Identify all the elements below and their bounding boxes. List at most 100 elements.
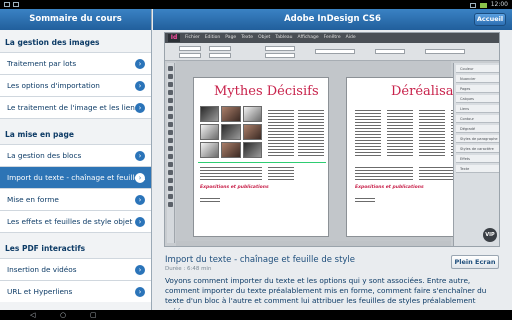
- system-nav-bar: ◁ ○ ▢: [0, 310, 512, 320]
- section-title-pdf-interactifs: Les PDF interactifs: [0, 236, 151, 258]
- lesson-duration: Durée : 6:48 min: [165, 266, 212, 272]
- photo-grid: [200, 106, 262, 158]
- chevron-right-icon: ›: [135, 59, 145, 69]
- lesson-item-gestion-blocs[interactable]: La gestion des blocs ›: [0, 144, 151, 166]
- layout-caption: Expositions et publications: [200, 185, 269, 190]
- home-icon[interactable]: ○: [60, 311, 66, 319]
- panel-row: Dégradé: [456, 125, 499, 133]
- indesign-control-panel: [165, 43, 499, 61]
- tool-icon: [168, 98, 173, 103]
- tool-icon: [168, 90, 173, 95]
- lesson-item-label: Le traitement de l'image et les liens: [7, 103, 139, 112]
- notification-icon: [4, 2, 10, 7]
- photo-thumbnail: [221, 124, 241, 140]
- photo-thumbnail: [242, 124, 262, 140]
- video-menu-item: Tableau: [275, 35, 293, 40]
- battery-icon: [479, 3, 487, 8]
- indesign-toolbox: [167, 63, 175, 243]
- panel-row: Pages: [456, 85, 499, 93]
- panel-row: Effets: [456, 155, 499, 163]
- lesson-item-effets-styles-objet[interactable]: Les effets et feuilles de style objet ›: [0, 210, 151, 232]
- page-title: Adobe InDesign CS6: [284, 14, 381, 24]
- lesson-item-url-hyperliens[interactable]: URL et Hyperliens ›: [0, 280, 151, 302]
- lesson-item-label: Import du texte - chaînage et feuille...: [7, 173, 146, 182]
- text-column: [419, 108, 445, 158]
- lesson-item-mise-en-forme[interactable]: Mise en forme ›: [0, 188, 151, 210]
- chevron-right-icon: ›: [135, 151, 145, 161]
- panel-row: Styles de paragraphe: [456, 135, 499, 143]
- tool-icon: [168, 162, 173, 167]
- video-menu-item: Objet: [258, 35, 271, 40]
- ctrl-field: [265, 46, 295, 51]
- photo-thumbnail: [200, 106, 220, 122]
- indesign-panels: Couleur Nuancier Pages Calques Liens Con…: [453, 63, 499, 246]
- app-window: 12:00 Sommaire du cours La gestion des i…: [0, 0, 512, 320]
- text-column: [298, 108, 324, 158]
- video-menu-item: Aide: [345, 35, 356, 40]
- status-time: 12:00: [490, 1, 508, 8]
- video-menu-item: Affichage: [297, 35, 319, 40]
- panel-row: Calques: [456, 95, 499, 103]
- home-button[interactable]: Accueil: [474, 13, 506, 26]
- text-column: [268, 165, 294, 181]
- tool-icon: [168, 178, 173, 183]
- tool-icon: [168, 114, 173, 119]
- mail-icon: [13, 2, 19, 7]
- wifi-icon: [469, 3, 476, 8]
- panel-row: Liens: [456, 105, 499, 113]
- ctrl-field: [209, 46, 231, 51]
- tool-icon: [168, 138, 173, 143]
- ctrl-field: [265, 53, 295, 58]
- back-icon[interactable]: ◁: [30, 311, 35, 319]
- chevron-right-icon: ›: [135, 287, 145, 297]
- section-title-mise-en-page: La mise en page: [0, 122, 151, 144]
- lesson-item-label: Les effets et feuilles de style objet: [7, 217, 133, 226]
- panel-row: Styles de caractère: [456, 145, 499, 153]
- video-menu-item: Page: [225, 35, 237, 40]
- text-column: [355, 165, 413, 181]
- indesign-logo: Id: [168, 34, 180, 42]
- tool-icon: [168, 82, 173, 87]
- lesson-item-label: Mise en forme: [7, 195, 59, 204]
- lesson-item-traitement-par-lots[interactable]: Traitement par lots ›: [0, 52, 151, 74]
- lesson-title: Import du texte - chaînage et feuille de…: [165, 255, 356, 265]
- panel-row: Nuancier: [456, 75, 499, 83]
- video-player[interactable]: Id Fichier Edition Page Texte Objet Tabl…: [164, 32, 500, 247]
- content-header: Adobe InDesign CS6 Accueil: [153, 9, 512, 30]
- course-sidebar: Sommaire du cours La gestion des images …: [0, 9, 152, 320]
- tool-icon: [168, 170, 173, 175]
- tool-icon: [168, 66, 173, 71]
- photo-thumbnail: [221, 106, 241, 122]
- panel-row: Couleur: [456, 65, 499, 73]
- layout-caption: Expositions et publications: [355, 185, 424, 190]
- photo-thumbnail: [242, 142, 262, 158]
- text-column: [387, 108, 413, 158]
- text-frame-guide: [198, 162, 326, 163]
- indesign-status-bar: [176, 241, 451, 246]
- lesson-item-import-texte[interactable]: Import du texte - chaînage et feuille...…: [0, 166, 151, 188]
- tool-icon: [168, 146, 173, 151]
- lesson-item-label: Insertion de vidéos: [7, 265, 77, 274]
- recent-apps-icon[interactable]: ▢: [90, 311, 97, 319]
- ctrl-field: [375, 49, 405, 54]
- lesson-item-options-importation[interactable]: Les options d'importation ›: [0, 74, 151, 96]
- ctrl-field: [425, 49, 465, 54]
- watermark-logo: VIP: [483, 228, 497, 242]
- ctrl-field: [179, 53, 201, 58]
- ctrl-field: [209, 53, 231, 58]
- video-menu-item: Fenêtre: [323, 35, 341, 40]
- ctrl-field: [315, 49, 355, 54]
- lesson-item-label: La gestion des blocs: [7, 151, 82, 160]
- lesson-item-insertion-videos[interactable]: Insertion de vidéos ›: [0, 258, 151, 280]
- text-column: [200, 196, 220, 204]
- tool-icon: [168, 106, 173, 111]
- ctrl-field: [179, 46, 201, 51]
- section-title-images: La gestion des images: [0, 30, 151, 52]
- tool-icon: [168, 194, 173, 199]
- chevron-right-icon: ›: [135, 195, 145, 205]
- fullscreen-button[interactable]: Plein Ecran: [451, 255, 499, 269]
- video-menu-item: Fichier: [185, 35, 200, 40]
- video-menu-item: Texte: [241, 35, 254, 40]
- tool-icon: [168, 154, 173, 159]
- lesson-item-traitement-image-liens[interactable]: Le traitement de l'image et les liens ›: [0, 96, 151, 118]
